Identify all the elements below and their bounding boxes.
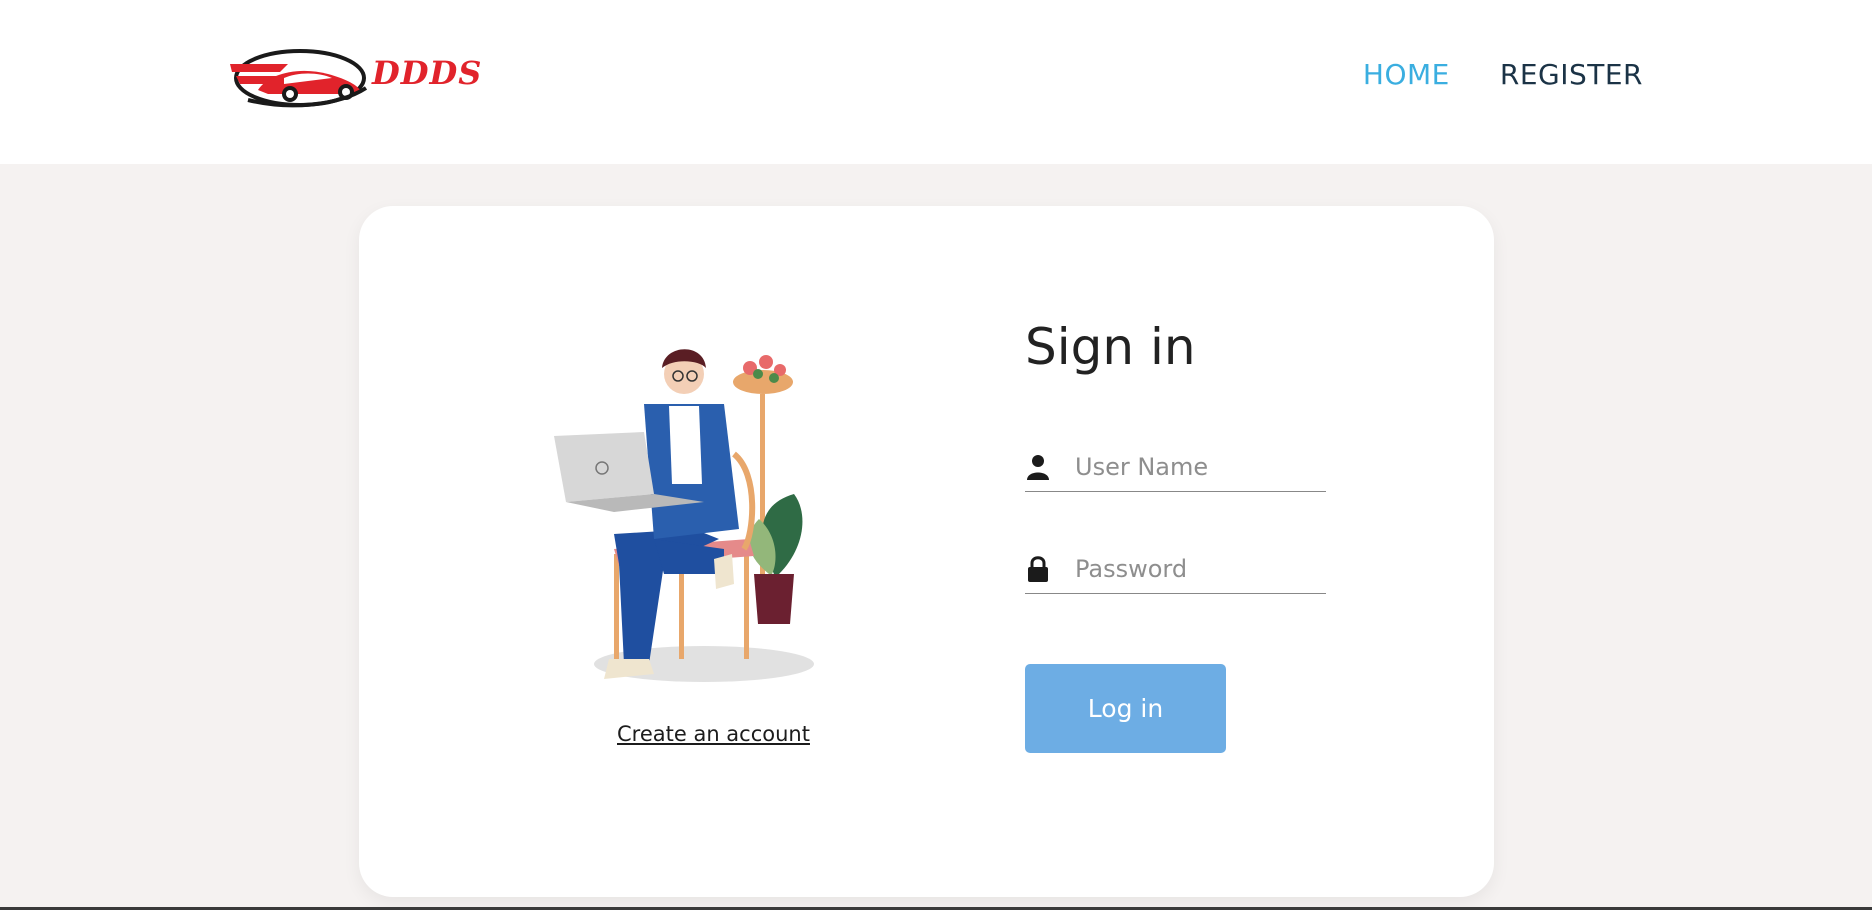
username-input[interactable] (1075, 446, 1325, 487)
site-logo[interactable]: DDDS (228, 44, 481, 112)
create-account-link[interactable]: Create an account (617, 722, 810, 746)
password-input[interactable] (1075, 548, 1325, 589)
nav-register-link[interactable]: REGISTER (1500, 58, 1643, 91)
username-field (1025, 442, 1326, 492)
person-laptop-illustration (554, 334, 854, 694)
nav-home-link[interactable]: HOME (1363, 58, 1450, 91)
password-field (1025, 544, 1326, 594)
login-card: Create an account Sign in Log in (359, 206, 1494, 897)
sign-in-title: Sign in (1025, 318, 1196, 376)
top-header: DDDS HOME REGISTER (0, 0, 1872, 164)
login-button[interactable]: Log in (1025, 664, 1226, 753)
user-icon (1026, 453, 1050, 481)
main-nav: HOME REGISTER (1363, 58, 1643, 91)
lock-icon (1026, 555, 1050, 583)
logo-text: DDDS (372, 54, 483, 92)
car-logo-icon (230, 49, 368, 108)
